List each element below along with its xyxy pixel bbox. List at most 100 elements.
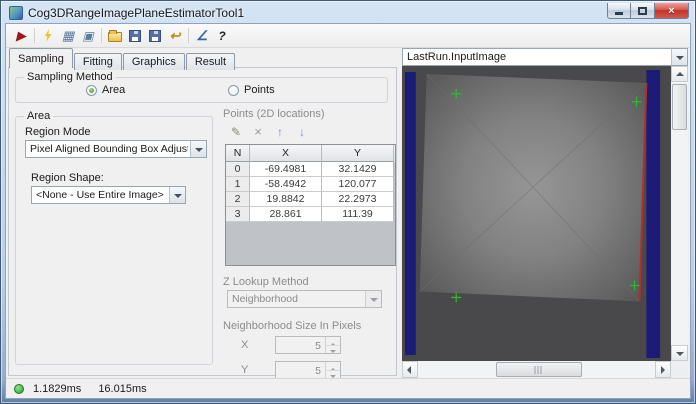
radio-dot-icon [86, 84, 97, 96]
y-size-stepper: 5 [275, 361, 341, 379]
close-button[interactable]: × [655, 3, 689, 19]
lightning-icon [44, 29, 52, 42]
toolbar-separator [188, 28, 189, 43]
cell-y: 111.39 [322, 207, 394, 222]
region-shape-value: <None - Use Entire Image> [36, 189, 164, 201]
floppy-icon [129, 29, 141, 42]
window-icon [9, 5, 23, 20]
range-image-display[interactable] [402, 66, 671, 361]
radio-dot-icon [228, 84, 239, 96]
auto-run-button[interactable] [38, 26, 58, 46]
points-section: Points (2D locations) ✎ × ↑ ↓ N X Y 0 -6… [223, 108, 396, 379]
table-row: 2 19.8842 22.2973 [226, 192, 395, 207]
spin-up-icon [326, 337, 340, 346]
area-group-label: Area [24, 110, 54, 122]
horizontal-scrollbar[interactable] [402, 361, 671, 378]
angle-icon: ∠ [196, 28, 208, 43]
main-area: Sampling Fitting Graphics Result Sampling M… [6, 48, 690, 379]
area-group: Area Region Mode Pixel Aligned Bounding … [15, 110, 213, 365]
region-mode-value: Pixel Aligned Bounding Box Adjust Mask [30, 143, 188, 155]
scroll-right-button[interactable] [655, 361, 671, 378]
table-row: 1 -58.4942 120.077 [226, 177, 395, 192]
minimize-button[interactable] [607, 3, 631, 19]
edit-points-icon: ✎ [230, 124, 242, 139]
maximize-button[interactable] [631, 3, 655, 19]
main-toolbar: ▶ ▦ ▣ ↩ ∠ ? [6, 24, 690, 48]
col-header-y: Y [322, 145, 394, 162]
tab-strip: Sampling Fitting Graphics Result [6, 48, 400, 70]
vertical-scroll-thumb[interactable] [672, 84, 687, 130]
chevron-down-icon[interactable] [169, 187, 185, 203]
radio-area-label: Area [102, 84, 126, 96]
no-data-strip-right [646, 69, 661, 359]
close-icon: × [668, 4, 675, 17]
title-bar[interactable]: Cog3DRangeImagePlaneEstimatorTool1 × [2, 2, 694, 23]
region-shape-dropdown[interactable]: <None - Use Entire Image> [31, 186, 186, 204]
region-mode-label: Region Mode [25, 126, 91, 138]
horizontal-scroll-thumb[interactable] [496, 362, 582, 377]
x-size-value: 5 [315, 340, 321, 352]
move-up-icon: ↑ [277, 124, 283, 139]
open-file-button[interactable] [105, 26, 125, 46]
z-lookup-value: Neighborhood [232, 293, 298, 305]
cell-n: 0 [226, 162, 250, 177]
save-file-button[interactable] [125, 26, 145, 46]
col-header-x: X [250, 145, 322, 162]
vertical-scrollbar[interactable] [671, 66, 688, 361]
help-button[interactable]: ? [212, 26, 232, 46]
units-button[interactable]: ∠ [192, 26, 212, 46]
z-lookup-label: Z Lookup Method [223, 276, 309, 288]
image-selector-value: LastRun.InputImage [407, 51, 507, 63]
float-window-icon: ▣ [82, 28, 94, 43]
parameter-pane: Sampling Fitting Graphics Result Sampling M… [6, 48, 400, 379]
image-selector-dropdown[interactable]: LastRun.InputImage [402, 48, 688, 66]
float-window-button[interactable]: ▣ [78, 26, 98, 46]
spin-up-icon [326, 362, 340, 371]
tab-graphics[interactable]: Graphics [122, 53, 185, 70]
chevron-down-icon [365, 291, 381, 307]
save-as-button[interactable] [145, 26, 165, 46]
tab-result[interactable]: Result [185, 53, 236, 70]
tab-fitting[interactable]: Fitting [73, 53, 122, 70]
cell-x: -69.4981 [250, 162, 322, 177]
tab-sampling[interactable]: Sampling [9, 48, 73, 68]
y-size-value: 5 [315, 365, 321, 377]
no-data-strip-left [404, 71, 416, 356]
scroll-grip-icon [534, 365, 544, 374]
open-folder-icon [108, 30, 122, 42]
cell-x: 28.861 [250, 207, 322, 222]
radio-area[interactable]: Area [86, 84, 125, 96]
points-toolbar: ✎ × ↑ ↓ [227, 123, 311, 140]
app-window: Cog3DRangeImagePlaneEstimatorTool1 × ▶ ▦… [0, 0, 696, 404]
scroll-left-button[interactable] [402, 361, 418, 378]
cell-y: 32.1429 [322, 162, 394, 177]
chevron-down-icon[interactable] [190, 141, 206, 157]
z-lookup-dropdown: Neighborhood [227, 290, 382, 308]
image-viewport [402, 66, 688, 378]
status-ok-icon [14, 383, 24, 394]
sampling-method-label: Sampling Method [24, 71, 116, 83]
table-row: 0 -69.4981 32.1429 [226, 162, 395, 177]
x-label: X [241, 339, 249, 351]
run-time-secondary: 16.015ms [98, 382, 147, 395]
image-grid-button[interactable]: ▦ [58, 26, 78, 46]
cell-x: 19.8842 [250, 192, 322, 207]
spin-down-icon [326, 370, 340, 378]
toolbar-separator [101, 28, 102, 43]
cell-y: 120.077 [322, 177, 394, 192]
table-row: 3 28.861 111.39 [226, 207, 395, 222]
region-shape-label: Region Shape: [31, 172, 104, 184]
radio-points[interactable]: Points [228, 84, 275, 96]
sampling-tab-page: Sampling Method Area Points Area Region … [8, 67, 397, 379]
import-export-button[interactable]: ↩ [165, 26, 185, 46]
chevron-down-icon[interactable] [671, 49, 687, 65]
minimize-icon [615, 12, 623, 15]
run-time-primary: 1.1829ms [33, 382, 82, 395]
image-display-pane: LastRun.InputImage [400, 48, 690, 378]
region-mode-dropdown[interactable]: Pixel Aligned Bounding Box Adjust Mask [25, 140, 207, 158]
scroll-up-button[interactable] [671, 66, 688, 82]
scroll-down-button[interactable] [671, 345, 688, 361]
cell-n: 3 [226, 207, 250, 222]
points-table-header: N X Y [226, 145, 395, 162]
run-button[interactable]: ▶ [11, 26, 31, 46]
